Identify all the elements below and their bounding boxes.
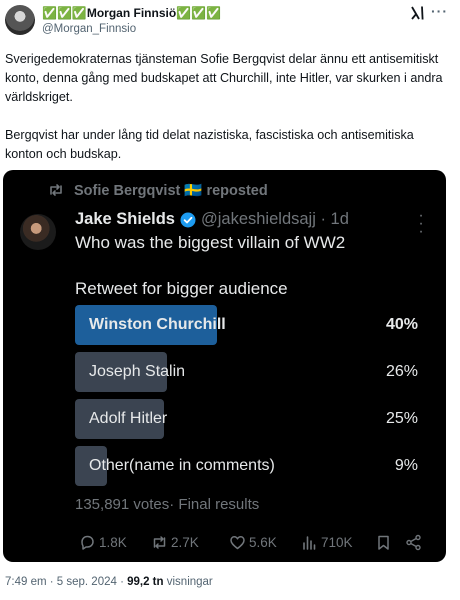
poll: Winston Churchill 40% Joseph Stalin 26% … <box>75 305 420 493</box>
poll-option-label: Joseph Stalin <box>89 363 186 380</box>
quoted-more-icon[interactable]: · · · <box>418 208 424 240</box>
poll-option: Other(name in comments) 9% <box>75 446 420 486</box>
tweet-paragraph-1: Sverigedemokraternas tjänsteman Sofie Be… <box>5 52 443 104</box>
share-icon <box>406 534 421 551</box>
repost-button[interactable]: 2.7K <box>151 534 199 551</box>
repost-icon <box>153 536 166 549</box>
repost-icon <box>50 184 62 196</box>
poll-option: Adolf Hitler 25% <box>75 399 420 439</box>
poll-option: Winston Churchill 40% <box>75 305 420 345</box>
quoted-actions-bar: 1.8K 2.7K 5.6K 710K <box>75 534 425 556</box>
like-icon <box>230 536 245 550</box>
quoted-avatar[interactable] <box>20 214 56 250</box>
poll-option-label: Adolf Hitler <box>89 410 168 427</box>
author-name[interactable]: ✅✅✅Morgan Finnsiö✅✅✅ <box>42 6 221 20</box>
quoted-subtext: Retweet for bigger audience <box>75 279 288 298</box>
quoted-media-card[interactable]: Sofie Bergqvist 🇸🇪 reposted Jake Shields… <box>3 170 446 562</box>
reply-count: 1.8K <box>99 535 127 550</box>
reply-button[interactable]: 1.8K <box>79 534 127 551</box>
more-options-icon[interactable]: ··· <box>431 3 448 19</box>
poll-option-label: Winston Churchill <box>89 316 226 333</box>
bookmark-icon <box>378 535 389 550</box>
like-button[interactable]: 5.6K <box>229 534 277 551</box>
views-total: 99,2 tn <box>127 576 164 588</box>
quoted-question: Who was the biggest villain of WW2 <box>75 233 346 252</box>
quoted-header: Jake Shields @jakeshieldsajj · 1d <box>75 210 349 229</box>
poll-footer: 135,891 votes· Final results <box>75 496 260 513</box>
reply-icon <box>81 535 94 550</box>
views-button[interactable]: 710K <box>301 534 353 551</box>
poll-option-label: Other(name in comments) <box>89 457 275 474</box>
views-label: visningar <box>163 576 213 588</box>
tweet-text: Sverigedemokraternas tjänsteman Sofie Be… <box>5 50 453 164</box>
repost-indicator: Sofie Bergqvist 🇸🇪 reposted <box>48 180 268 200</box>
tweet-paragraph-2: Bergqvist har under lång tid delat nazis… <box>5 128 414 161</box>
views-icon <box>303 536 316 550</box>
author-avatar[interactable] <box>5 5 35 35</box>
poll-option-percent: 40% <box>385 316 418 333</box>
repost-count: 2.7K <box>171 535 199 550</box>
poll-option: Joseph Stalin 26% <box>75 352 420 392</box>
poll-option-percent: 26% <box>385 363 418 380</box>
author-handle[interactable]: @Morgan_Finnsio <box>42 23 136 35</box>
poll-option-percent: 9% <box>394 457 418 474</box>
quoted-handle-time[interactable]: @jakeshieldsajj · 1d <box>201 210 349 229</box>
poll-option-percent: 25% <box>385 410 418 427</box>
share-button[interactable] <box>405 534 422 551</box>
like-count: 5.6K <box>249 535 277 550</box>
tweet-time[interactable]: 7:49 em · 5 sep. 2024 · <box>5 576 127 588</box>
grok-icon[interactable] <box>410 5 426 21</box>
verified-icon <box>180 212 196 227</box>
repost-text: Sofie Bergqvist 🇸🇪 reposted <box>74 182 268 199</box>
bookmark-button[interactable] <box>375 534 392 551</box>
tweet-meta: 7:49 em · 5 sep. 2024 · 99,2 tn visninga… <box>5 576 213 588</box>
views-count: 710K <box>321 535 353 550</box>
quoted-name[interactable]: Jake Shields <box>75 210 175 229</box>
tweet-header: ✅✅✅Morgan Finnsiö✅✅✅ @Morgan_Finnsio ··· <box>0 0 460 44</box>
